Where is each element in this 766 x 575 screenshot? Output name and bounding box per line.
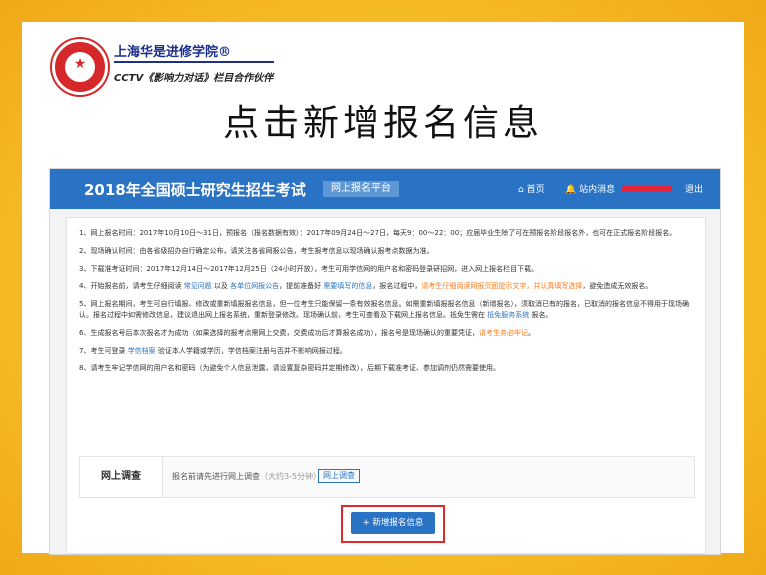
notice-list: 1、网上报名时间：2017年10月10日～31日，预报名（报名数据有效）：201…	[79, 228, 693, 381]
website-screenshot: 2018年全国硕士研究生招生考试 网上报名平台 ⌂ 首页 🔔 站内消息 退出 1…	[49, 168, 721, 555]
notice-text: 以及	[211, 282, 231, 291]
brand-name: 上海华是进修学院®	[114, 45, 232, 60]
notice-text: ，避免造成无效报名。	[582, 282, 653, 291]
slide-page: ★ 上海华是进修学院® CCTV《影响力对话》栏目合作伙伴 点击新增报名信息 2…	[22, 22, 744, 555]
notice-text: 报名。	[529, 310, 553, 319]
notice-text: 8、请考生牢记学信网的用户名和密码（为避免个人信息泄露，请设置复杂密码并定期修改…	[79, 364, 500, 373]
nav-home-link[interactable]: ⌂ 首页	[518, 182, 545, 195]
notice-panel: 1、网上报名时间：2017年10月10日～31日，预报名（报名数据有效）：201…	[66, 217, 706, 554]
notice-item: 6、生成报名号后本次报名才为成功（如果选择的报考点需网上交费，交费成功后才算报名…	[79, 328, 693, 339]
notice-item: 3、下载准考证时间：2017年12月14日～2017年12月25日（24小时开放…	[79, 264, 693, 275]
slide-headline: 点击新增报名信息	[222, 103, 543, 144]
survey-hint: （大约3-5分钟）	[260, 472, 322, 481]
notice-item: 7、考生可登录 学信档案 验证本人学籍或学历，学信档案注册与否并不影响网报过程。	[79, 346, 693, 357]
notice-item: 1、网上报名时间：2017年10月10日～31日，预报名（报名数据有效）：201…	[79, 228, 693, 239]
nav-messages-link[interactable]: 🔔 站内消息	[565, 182, 615, 195]
survey-button[interactable]: 网上调查	[318, 469, 360, 483]
notice-text: 5、网上报名期间，考生可自行填报、修改或重新填报报名信息，但一位考生只能保留一条…	[79, 300, 689, 319]
survey-description: 报名前请先进行网上调查（大约3-5分钟）	[172, 471, 321, 482]
survey-text: 报名前请先进行网上调查	[172, 472, 260, 481]
notice-link[interactable]: 抵免服务系统	[487, 311, 529, 319]
notice-item: 8、请考生牢记学信网的用户名和密码（为避免个人信息泄露，请设置复杂密码并定期修改…	[79, 363, 693, 374]
redacted-username	[622, 186, 672, 192]
notice-text: 2、现场确认时间：由各省级招办自行确定公布，请关注各省网报公告，考生报考信息以现…	[79, 246, 434, 255]
survey-section: 网上调查 报名前请先进行网上调查（大约3-5分钟） 网上调查	[79, 456, 695, 498]
notice-link[interactable]: 各单位网报公告	[230, 282, 279, 290]
notice-text: ，报名过程中，	[372, 282, 422, 291]
nav-exit-link[interactable]: 退出	[685, 182, 703, 195]
notice-item: 4、开始报名前，请考生仔细阅读 常见问题 以及 各单位网报公告，提前准备好 需要…	[79, 281, 693, 292]
survey-label: 网上调查	[80, 457, 163, 497]
brand-divider	[114, 61, 274, 63]
notice-text: 3、下载准考证时间：2017年12月14日～2017年12月25日（24小时开放…	[79, 264, 539, 273]
notice-text: 7、考生可登录	[79, 346, 128, 355]
add-registration-button[interactable]: + 新增报名信息	[351, 512, 435, 534]
notice-text: 。	[527, 328, 535, 337]
brand-tagline: CCTV《影响力对话》栏目合作伙伴	[114, 73, 274, 84]
notice-text: ，提前准备好	[279, 282, 324, 291]
notice-text: 1、网上报名时间：2017年10月10日～31日，预报名（报名数据有效）：201…	[79, 229, 677, 237]
yellow-frame: ★ 上海华是进修学院® CCTV《影响力对话》栏目合作伙伴 点击新增报名信息 2…	[0, 0, 766, 575]
notice-item: 2、现场确认时间：由各省级招办自行确定公布，请关注各省网报公告，考生报考信息以现…	[79, 246, 693, 257]
notice-text: 6、生成报名号后本次报名才为成功（如果选择的报考点需网上交费，交费成功后才算报名…	[79, 328, 479, 337]
top-nav-bar: 2018年全国硕士研究生招生考试 网上报名平台 ⌂ 首页 🔔 站内消息 退出	[50, 169, 720, 209]
notice-highlight: 请考生仔细阅读网报页面提示文字，并认真填写选择	[421, 282, 583, 291]
notice-item: 5、网上报名期间，考生可自行填报、修改或重新填报报名信息，但一位考生只能保留一条…	[79, 299, 693, 321]
notice-text: 4、开始报名前，请考生仔细阅读	[79, 282, 184, 291]
seal-logo-icon: ★	[52, 39, 108, 95]
notice-link[interactable]: 需要填写的信息	[323, 282, 372, 290]
platform-tag: 网上报名平台	[323, 181, 399, 197]
notice-text: 验证本人学籍或学历，学信档案注册与否并不影响网报过程。	[155, 346, 347, 355]
notice-link[interactable]: 学信档案	[128, 347, 156, 355]
brand-logo: ★ 上海华是进修学院® CCTV《影响力对话》栏目合作伙伴	[52, 37, 282, 99]
system-title: 2018年全国硕士研究生招生考试	[84, 181, 306, 199]
notice-link[interactable]: 常见问题	[184, 282, 212, 290]
notice-highlight: 请考生务必牢记	[478, 328, 528, 337]
